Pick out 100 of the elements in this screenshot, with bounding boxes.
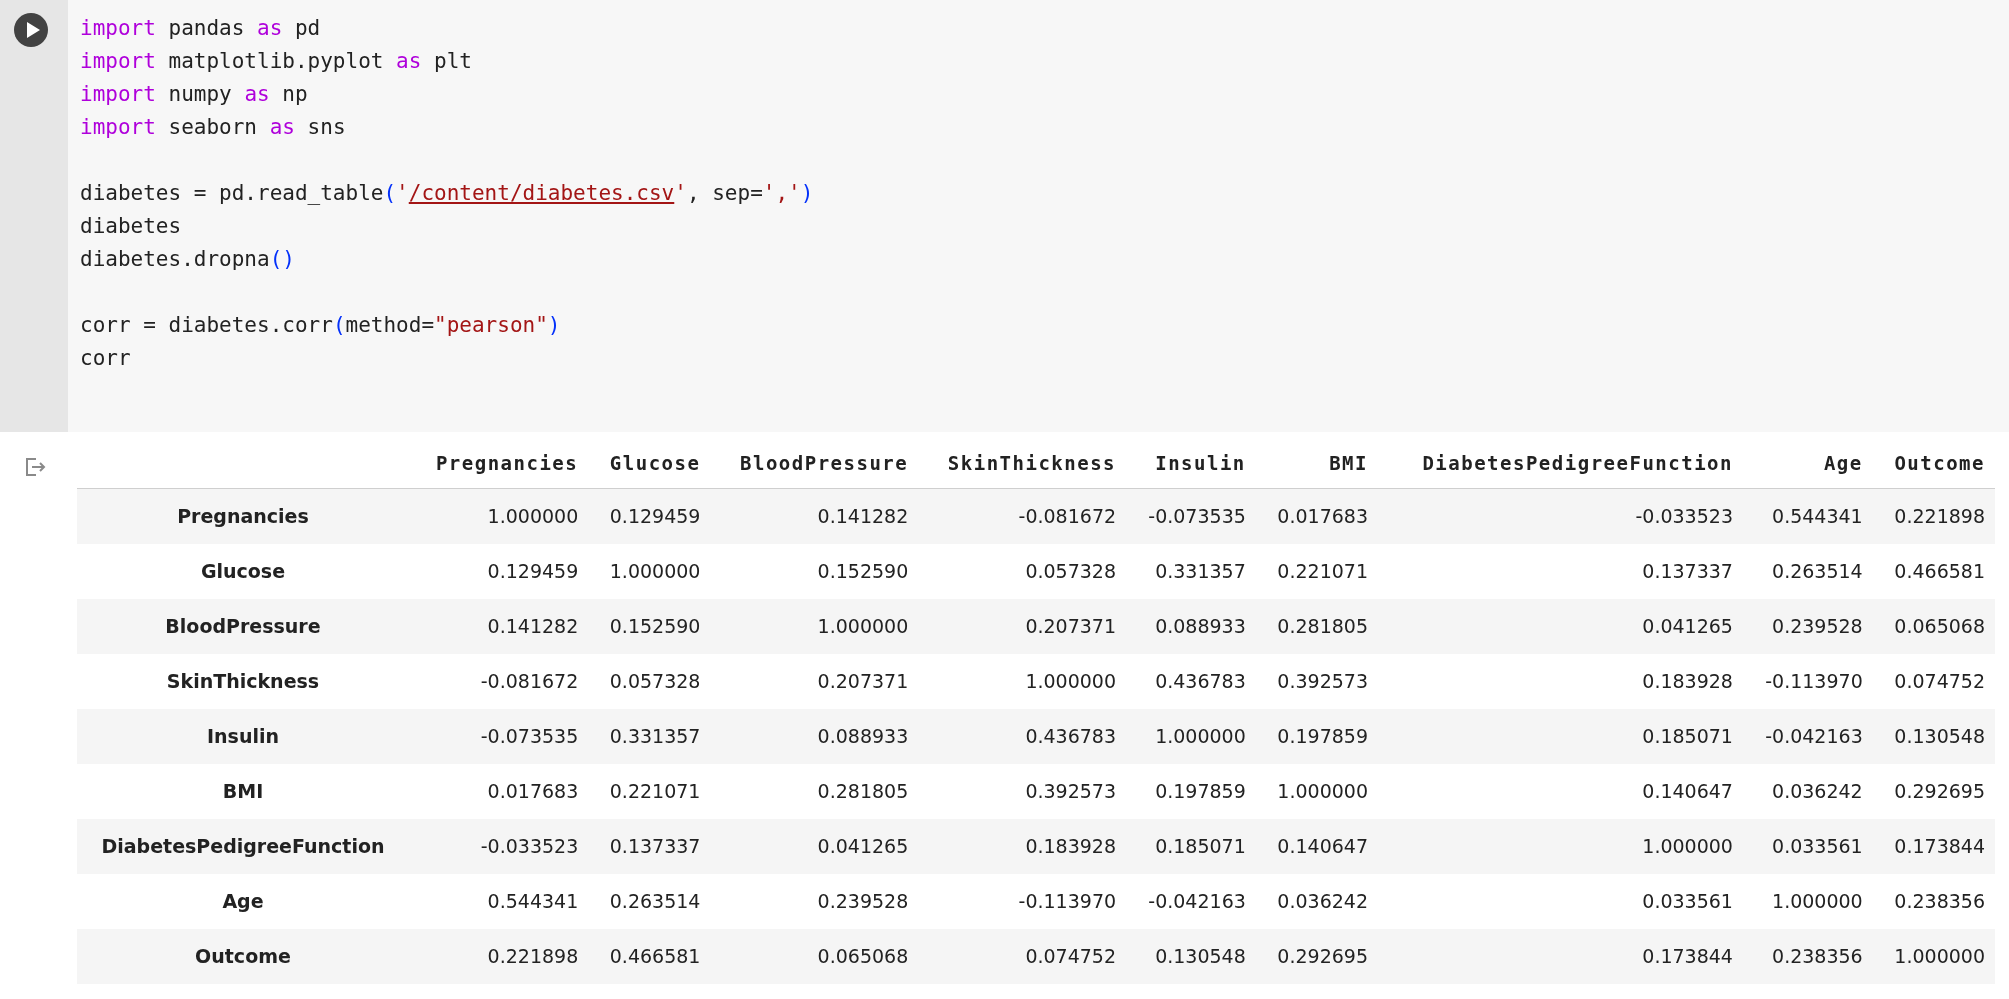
table-cell: 0.074752 [918,928,1127,984]
table-cell: 1.000000 [588,543,711,599]
run-button[interactable] [14,13,48,47]
column-header: Outcome [1872,442,1995,489]
row-header: SkinThickness [77,653,409,709]
table-cell: -0.113970 [918,873,1127,929]
row-header: Insulin [77,708,409,764]
row-header: Glucose [77,543,409,599]
table-cell: 0.017683 [1255,488,1378,544]
table-cell: 1.000000 [409,488,589,544]
table-cell: 0.263514 [1742,543,1873,599]
column-header: Pregnancies [409,442,589,489]
table-cell: 1.000000 [1378,818,1743,874]
code-line: import pandas as pd [80,15,322,42]
code-line: diabetes [80,213,183,240]
table-cell: 0.173844 [1872,818,1995,874]
table-cell: 0.017683 [409,763,589,819]
table-cell: 0.152590 [588,598,711,654]
table-cell: 0.239528 [710,873,919,929]
table-cell: 0.544341 [409,873,589,929]
table-cell: 1.000000 [1872,928,1995,984]
table-cell: 0.033561 [1742,818,1873,874]
table-cell: -0.081672 [409,653,589,709]
table-cell: 0.221898 [409,928,589,984]
table-cell: -0.033523 [409,818,589,874]
table-cell: 0.074752 [1872,653,1995,709]
table-cell: 0.036242 [1742,763,1873,819]
table-cell: 0.221071 [1255,543,1378,599]
column-header: Glucose [588,442,711,489]
table-cell: 0.137337 [1378,543,1743,599]
table-cell: 0.392573 [918,763,1127,819]
table-cell: 0.033561 [1378,873,1743,929]
table-cell: 0.130548 [1872,708,1995,764]
row-header: Pregnancies [77,488,409,544]
table-cell: 0.544341 [1742,488,1873,544]
table-cell: 0.185071 [1378,708,1743,764]
table-cell: -0.042163 [1126,873,1256,929]
table-cell: 1.000000 [1126,708,1256,764]
table-cell: 0.238356 [1742,928,1873,984]
code-line: import numpy as np [80,81,309,108]
output-icon[interactable] [24,456,46,478]
column-header: DiabetesPedigreeFunction [1378,442,1743,489]
table-cell: -0.042163 [1742,708,1873,764]
table-cell: 0.152590 [710,543,919,599]
table-cell: -0.033523 [1378,488,1743,544]
table-cell: 0.065068 [710,928,919,984]
table-cell: -0.081672 [918,488,1127,544]
table-cell: 0.263514 [588,873,711,929]
table-cell: 0.331357 [1126,543,1256,599]
table-cell: 0.065068 [1872,598,1995,654]
table-cell: 0.292695 [1872,763,1995,819]
column-header: Insulin [1126,442,1256,489]
code-line: import matplotlib.pyplot as plt [80,48,473,75]
row-header: BloodPressure [77,598,409,654]
code-line: diabetes.dropna() [80,246,296,273]
table-cell: 0.036242 [1255,873,1378,929]
row-header: Age [77,873,409,929]
table-cell: 0.141282 [409,598,589,654]
table-cell: -0.073535 [409,708,589,764]
table-cell: 0.130548 [1126,928,1256,984]
table-cell: 0.140647 [1255,818,1378,874]
table-cell: 0.088933 [1126,598,1256,654]
table-cell: 1.000000 [918,653,1127,709]
table-cell: 0.436783 [1126,653,1256,709]
file-path-link[interactable]: /content/diabetes.csv [408,181,675,205]
code-line: import seaborn as sns [80,114,347,141]
table-cell: -0.073535 [1126,488,1256,544]
table-cell: 0.183928 [918,818,1127,874]
table-cell: 0.183928 [1378,653,1743,709]
row-header: DiabetesPedigreeFunction [77,818,409,874]
play-icon [24,21,41,39]
table-cell: 0.281805 [1255,598,1378,654]
table-cell: 0.057328 [918,543,1127,599]
table-cell: 0.238356 [1872,873,1995,929]
table-cell: 0.185071 [1126,818,1256,874]
table-cell: 0.392573 [1255,653,1378,709]
table-cell: 0.041265 [1378,598,1743,654]
table-cell: 0.207371 [918,598,1127,654]
table-cell: 0.197859 [1255,708,1378,764]
table-cell: 0.140647 [1378,763,1743,819]
column-header: SkinThickness [918,442,1127,489]
table-cell: 0.207371 [710,653,919,709]
table-cell: 0.239528 [1742,598,1873,654]
table-cell: 0.141282 [710,488,919,544]
table-cell: 0.129459 [588,488,711,544]
table-cell: 0.331357 [588,708,711,764]
table-cell: 0.436783 [918,708,1127,764]
table-cell: 1.000000 [710,598,919,654]
table-cell: 0.292695 [1255,928,1378,984]
table-cell: 1.000000 [1742,873,1873,929]
table-cell: 0.197859 [1126,763,1256,819]
column-header: Age [1742,442,1873,489]
code-line: corr = diabetes.corr(method="pearson") [80,312,562,339]
table-cell: 0.466581 [1872,543,1995,599]
code-line: diabetes = pd.read_table('/content/diabetes.csv', sep=',') [80,180,814,207]
table-cell: -0.113970 [1742,653,1873,709]
row-header: Outcome [77,928,409,984]
row-header: BMI [77,763,409,819]
table-cell: 0.088933 [710,708,919,764]
table-cell: 0.137337 [588,818,711,874]
